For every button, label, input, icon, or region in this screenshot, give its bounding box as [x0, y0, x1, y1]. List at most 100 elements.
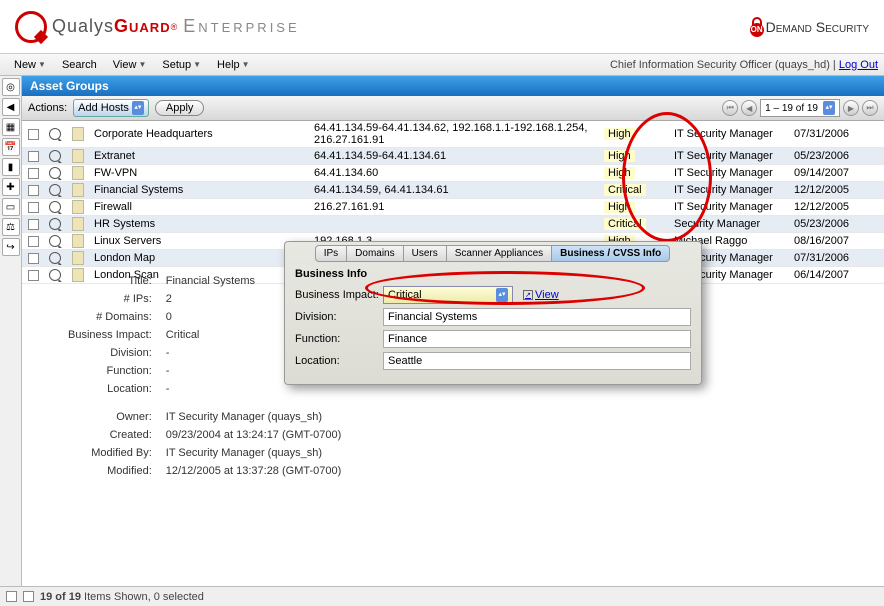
cell-ips: 64.41.134.59-64.41.134.61	[310, 149, 600, 163]
view-link[interactable]: ↗View	[523, 289, 559, 301]
lbl-modby: Modified By:	[62, 445, 158, 461]
val-modified: 12/12/2005 at 13:37:28 (GMT-0700)	[160, 463, 348, 479]
cell-impact: Critical	[600, 217, 670, 231]
search-icon[interactable]	[49, 235, 61, 247]
search-icon[interactable]	[49, 201, 61, 213]
status-text: Items Shown, 0 selected	[84, 591, 204, 603]
cell-owner: IT Security Manager	[670, 166, 790, 180]
lbl-created: Created:	[62, 427, 158, 443]
app-header: QualysGuard® Enterprise ON Demand Securi…	[0, 0, 884, 54]
cell-date: 12/12/2005	[790, 200, 860, 214]
menu-help[interactable]: Help▼	[209, 56, 258, 74]
cell-name: Firewall	[90, 200, 310, 214]
tab-domains[interactable]: Domains	[346, 245, 403, 262]
val-owner: IT Security Manager (quays_sh)	[160, 409, 348, 425]
exit-icon[interactable]: ↪	[2, 238, 20, 256]
row-checkbox[interactable]	[28, 129, 39, 140]
row-checkbox[interactable]	[28, 202, 39, 213]
table-row[interactable]: Corporate Headquarters64.41.134.59-64.41…	[22, 121, 884, 148]
left-icon[interactable]: ◀	[2, 98, 20, 116]
cell-impact: High	[600, 166, 670, 180]
table-row[interactable]: Financial Systems64.41.134.59, 64.41.134…	[22, 182, 884, 199]
table-row[interactable]: FW-VPN64.41.134.60HighIT Security Manage…	[22, 165, 884, 182]
cell-owner: IT Security Manager	[670, 183, 790, 197]
row-checkbox[interactable]	[28, 151, 39, 162]
division-input[interactable]	[383, 308, 691, 326]
folder-icon	[72, 166, 84, 180]
lbl-division: Division:	[62, 345, 158, 361]
table-row[interactable]: Extranet64.41.134.59-64.41.134.61HighIT …	[22, 148, 884, 165]
pager-last[interactable]: ⏭	[862, 100, 878, 116]
lbl-location: Location:	[62, 381, 158, 397]
cell-impact: Critical	[600, 183, 670, 197]
actions-value: Add Hosts	[78, 102, 129, 114]
doc-icon[interactable]: ▭	[2, 198, 20, 216]
search-icon[interactable]	[49, 252, 61, 264]
lbl-owner: Owner:	[62, 409, 158, 425]
qualys-logo: QualysGuard® Enterprise	[15, 11, 300, 43]
row-checkbox[interactable]	[28, 253, 39, 264]
logo-reg: ®	[171, 22, 178, 32]
search-icon[interactable]	[49, 128, 61, 140]
logout-link[interactable]: Log Out	[839, 59, 878, 71]
lbl-function: Function:	[295, 333, 383, 345]
folder-icon	[72, 183, 84, 197]
cell-ips: 216.27.161.91	[310, 200, 600, 214]
tab-users[interactable]: Users	[403, 245, 447, 262]
chevron-down-icon: ▼	[138, 60, 146, 69]
grid-icon[interactable]: ▦	[2, 118, 20, 136]
select-all-checkbox[interactable]	[6, 591, 17, 602]
menu-setup[interactable]: Setup▼	[154, 56, 209, 74]
menubar: New▼SearchView▼Setup▼Help▼ Chief Informa…	[0, 54, 884, 76]
select-arrows-icon: ▴▾	[132, 101, 144, 115]
scale-icon[interactable]: ⚖	[2, 218, 20, 236]
search-icon[interactable]	[49, 167, 61, 179]
table-row[interactable]: Firewall216.27.161.91HighIT Security Man…	[22, 199, 884, 216]
target-icon[interactable]: ◎	[2, 78, 20, 96]
business-impact-select[interactable]: Critical ▴▾	[383, 286, 513, 304]
folder-icon	[72, 251, 84, 265]
lbl-business-impact: Business Impact:	[295, 289, 383, 301]
location-input[interactable]	[383, 352, 691, 370]
pager-next[interactable]: ▶	[843, 100, 859, 116]
pager-prev[interactable]: ◀	[741, 100, 757, 116]
folder-icon	[72, 217, 84, 231]
row-checkbox[interactable]	[28, 236, 39, 247]
tab-scanner-appliances[interactable]: Scanner Appliances	[446, 245, 552, 262]
folder-icon	[72, 234, 84, 248]
select-arrows-icon: ▴▾	[496, 288, 508, 302]
pager-first[interactable]: ⏮	[722, 100, 738, 116]
actions-select[interactable]: Add Hosts ▴▾	[73, 99, 149, 117]
tab-ips[interactable]: IPs	[315, 245, 347, 262]
row-checkbox[interactable]	[28, 185, 39, 196]
tab-business-cvss-info[interactable]: Business / CVSS Info	[551, 245, 670, 262]
menu-search[interactable]: Search	[54, 56, 105, 74]
cell-date: 12/12/2005	[790, 183, 860, 197]
plus-icon[interactable]: ✚	[2, 178, 20, 196]
table-row[interactable]: HR SystemsCriticalSecurity Manager05/23/…	[22, 216, 884, 233]
user-line: Chief Information Security Officer (quay…	[610, 59, 839, 71]
chart-icon[interactable]: ▮	[2, 158, 20, 176]
row-checkbox[interactable]	[28, 270, 39, 281]
cell-owner: Security Manager	[670, 217, 790, 231]
search-icon[interactable]	[49, 218, 61, 230]
lbl-bimpact: Business Impact:	[62, 327, 158, 343]
search-icon[interactable]	[49, 184, 61, 196]
cell-ips	[310, 223, 600, 225]
menu-new[interactable]: New▼	[6, 56, 54, 74]
apply-button[interactable]: Apply	[155, 100, 205, 116]
function-input[interactable]	[383, 330, 691, 348]
pager-range[interactable]: 1 – 19 of 19▴▾	[760, 99, 840, 117]
row-checkbox[interactable]	[28, 168, 39, 179]
row-checkbox[interactable]	[28, 219, 39, 230]
cal-icon[interactable]: 📅	[2, 138, 20, 156]
lock-icon: ON	[750, 17, 764, 37]
cell-owner: IT Security Manager	[670, 200, 790, 214]
cell-name: Financial Systems	[90, 183, 310, 197]
search-icon[interactable]	[49, 150, 61, 162]
action-bar: Actions: Add Hosts ▴▾ Apply ⏮ ◀ 1 – 19 o…	[22, 96, 884, 121]
menu-view[interactable]: View▼	[105, 56, 155, 74]
ods-text: Demand Security	[766, 19, 869, 35]
select-page-checkbox[interactable]	[23, 591, 34, 602]
popup-header: Business Info	[285, 268, 701, 286]
